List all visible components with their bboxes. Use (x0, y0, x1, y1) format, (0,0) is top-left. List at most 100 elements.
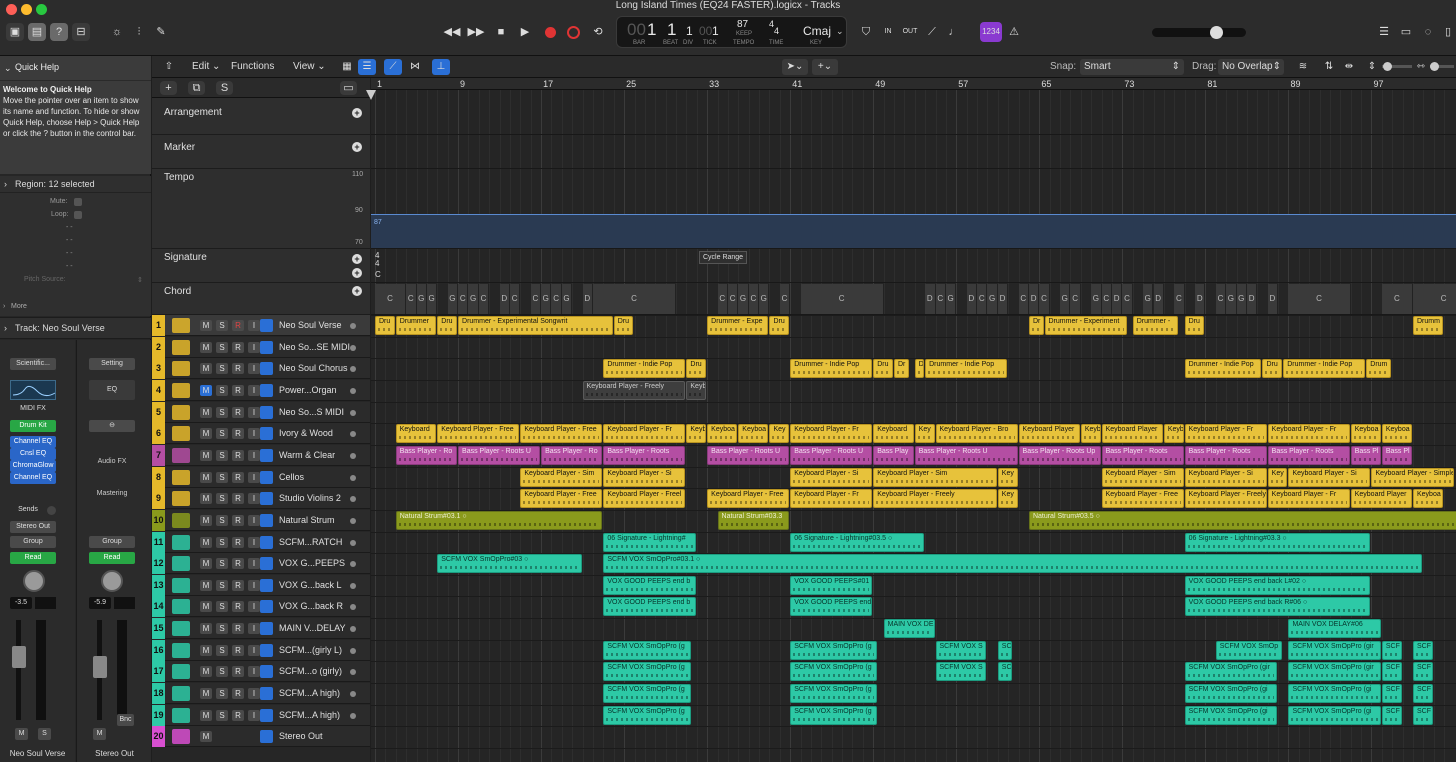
region-block[interactable]: Key (1267, 467, 1288, 487)
track-automation-icon[interactable] (260, 513, 273, 527)
group-slot-2[interactable]: Group (89, 536, 135, 548)
track-automation-icon[interactable] (260, 405, 273, 419)
chord-region[interactable]: D (1153, 284, 1164, 314)
region-block[interactable]: SCFM VOX SmOpPro (g (603, 705, 691, 725)
toolbar-toggle-button[interactable]: ⊟ (72, 23, 90, 41)
track-automation-icon[interactable] (260, 427, 273, 441)
region-block[interactable]: Bass Player - Ro (541, 445, 603, 465)
track-automation-icon[interactable] (260, 340, 273, 354)
chord-region[interactable]: D (1246, 284, 1258, 314)
solo-track-button[interactable]: S (216, 341, 228, 353)
region-block[interactable]: Drummer - Indie Pop (603, 359, 686, 379)
region-block[interactable]: SCFM VOX SmOpPro (gir (1288, 640, 1381, 660)
mute-track-button[interactable]: M (200, 666, 212, 678)
autopunch-icon[interactable]: IN (880, 23, 896, 41)
region-block[interactable]: VOX GOOD PEEPS end back L#02 ○ (1184, 575, 1371, 595)
audio-fx-slot-3[interactable]: ChromaGlow (10, 460, 56, 472)
track-name[interactable]: Studio Violins 2 (279, 488, 341, 509)
vertical-zoom-slider[interactable] (1382, 62, 1412, 71)
region-block[interactable]: Dru (769, 316, 790, 335)
track-header-row[interactable]: 6 M S R I Ivory & Wood (152, 423, 370, 445)
inspector-button[interactable]: ▤ (28, 23, 46, 41)
mastering-slot[interactable]: Mastering (89, 488, 135, 500)
region-block[interactable]: Keyboa (707, 424, 738, 444)
region-block[interactable]: SCFM VOX SmOpPro (g (790, 640, 878, 660)
input-monitor-button[interactable]: I (248, 493, 260, 505)
region-block[interactable]: Keyboa (1350, 424, 1381, 444)
track-name[interactable]: Stereo Out (279, 726, 323, 747)
mute-track-button[interactable]: M (200, 341, 212, 353)
record-enable-button[interactable]: R (232, 579, 244, 591)
region-block[interactable]: SCF (1413, 662, 1433, 682)
region-block[interactable]: Drummer - Indie Pop (1283, 359, 1366, 379)
solo-track-button[interactable]: S (216, 363, 228, 375)
chord-region[interactable]: C (1070, 284, 1081, 314)
region-block[interactable]: Keyboard Player - Free (1101, 489, 1184, 509)
record-enable-button[interactable]: R (232, 341, 244, 353)
volume-fader[interactable] (12, 646, 26, 668)
region-block[interactable]: SCF (1381, 640, 1402, 660)
mute-track-button[interactable]: M (200, 320, 212, 331)
track-name[interactable]: Cellos (279, 467, 304, 488)
track-automation-icon[interactable] (260, 665, 273, 679)
region-block[interactable]: Bass Player - Roots (603, 445, 686, 465)
region-block[interactable]: Drumm (1413, 316, 1444, 335)
region-block[interactable]: SCF (1413, 684, 1433, 704)
chord-region[interactable]: C (509, 284, 521, 314)
chord-region[interactable]: C (458, 284, 469, 314)
track-name[interactable]: Neo So...S MIDI (279, 402, 344, 423)
region-block[interactable]: SCFM VOX SmOpPro#03.1 ○ (603, 554, 1423, 574)
chord-region[interactable]: G (1143, 284, 1154, 314)
audio-fx-slot-1[interactable]: Channel EQ (10, 436, 56, 448)
waveform-zoom-icon[interactable]: ≋ (1294, 59, 1312, 75)
mute-track-button[interactable]: M (200, 493, 212, 505)
region-block[interactable]: Dru (873, 359, 893, 379)
track-header-row[interactable]: 3 M S R I Neo Soul Chorus (152, 358, 370, 380)
input-monitor-button[interactable]: I (248, 558, 260, 570)
region-block[interactable]: SCFM VOX SmOpPro#03 ○ (437, 554, 582, 574)
record-enable-button[interactable]: R (232, 514, 244, 526)
record-enable-button[interactable]: R (232, 406, 244, 418)
flex-icon[interactable]: ⋈ (406, 59, 424, 75)
output-slot[interactable]: Stereo Out (10, 521, 56, 533)
add-chord-icon[interactable]: + (352, 286, 362, 296)
region-block[interactable]: Bass Player - Ro (395, 445, 458, 465)
chord-region[interactable]: G (945, 284, 957, 314)
region-block[interactable]: 06 Signature - Lightning#03.3 ○ (1184, 532, 1371, 552)
instrument-slot[interactable]: Drum Kit (10, 420, 56, 432)
mute-track-button[interactable]: M (200, 731, 212, 743)
region-block[interactable]: Keyboard Player - Bro (935, 424, 1018, 444)
region-block[interactable]: Bass Player - Roots (1101, 445, 1184, 465)
list-view-icon[interactable]: ☰ (358, 59, 376, 75)
record-enable-button[interactable]: R (232, 471, 244, 483)
track-automation-icon[interactable] (260, 319, 273, 332)
chord-region[interactable]: C (977, 284, 988, 314)
region-block[interactable]: MAIN VOX DELAY#06 (1288, 619, 1381, 639)
solo-track-button[interactable]: S (216, 644, 228, 656)
region-block[interactable]: Keyboard Player - Fr (1267, 489, 1350, 509)
add-key-icon[interactable]: + (352, 268, 362, 278)
chord-region[interactable]: D (1028, 284, 1040, 314)
chord-region[interactable]: C (748, 284, 760, 314)
track-header-row[interactable]: 1 M S R I Neo Soul Verse (152, 315, 370, 336)
chord-region[interactable]: C (935, 284, 946, 314)
track-name[interactable]: Neo Soul Chorus (279, 358, 348, 379)
chord-region[interactable]: D (997, 284, 1009, 314)
region-block[interactable]: Keyboard Player - Si (1288, 467, 1371, 487)
count-in-badge[interactable]: 1234 (980, 22, 1002, 42)
region-block[interactable]: Natural Strum#03.3 (717, 510, 790, 530)
chord-region[interactable]: G (1226, 284, 1237, 314)
region-block[interactable]: VOX GOOD PEEPS end b (603, 597, 696, 617)
mute-track-button[interactable]: M (200, 384, 212, 396)
region-block[interactable]: Keyb (686, 380, 707, 400)
region-block[interactable]: Keyboard Player - Fr (1184, 424, 1267, 444)
region-block[interactable]: Natural Strum#03.5 ○ (1028, 510, 1456, 530)
track-name[interactable]: Warm & Clear (279, 445, 335, 466)
solo-track-button[interactable]: S (216, 666, 228, 678)
track-inspector-header[interactable]: › Track: Neo Soul Verse (0, 317, 151, 339)
track-header-row[interactable]: 2 M S R I Neo So...SE MIDI (152, 336, 370, 358)
automation-mode-2[interactable]: Read (89, 552, 135, 564)
track-name[interactable]: Ivory & Wood (279, 423, 333, 444)
region-block[interactable]: SCFM VOX SmOp (1215, 640, 1283, 660)
track-header-row[interactable]: 7 M S R I Warm & Clear (152, 444, 370, 466)
